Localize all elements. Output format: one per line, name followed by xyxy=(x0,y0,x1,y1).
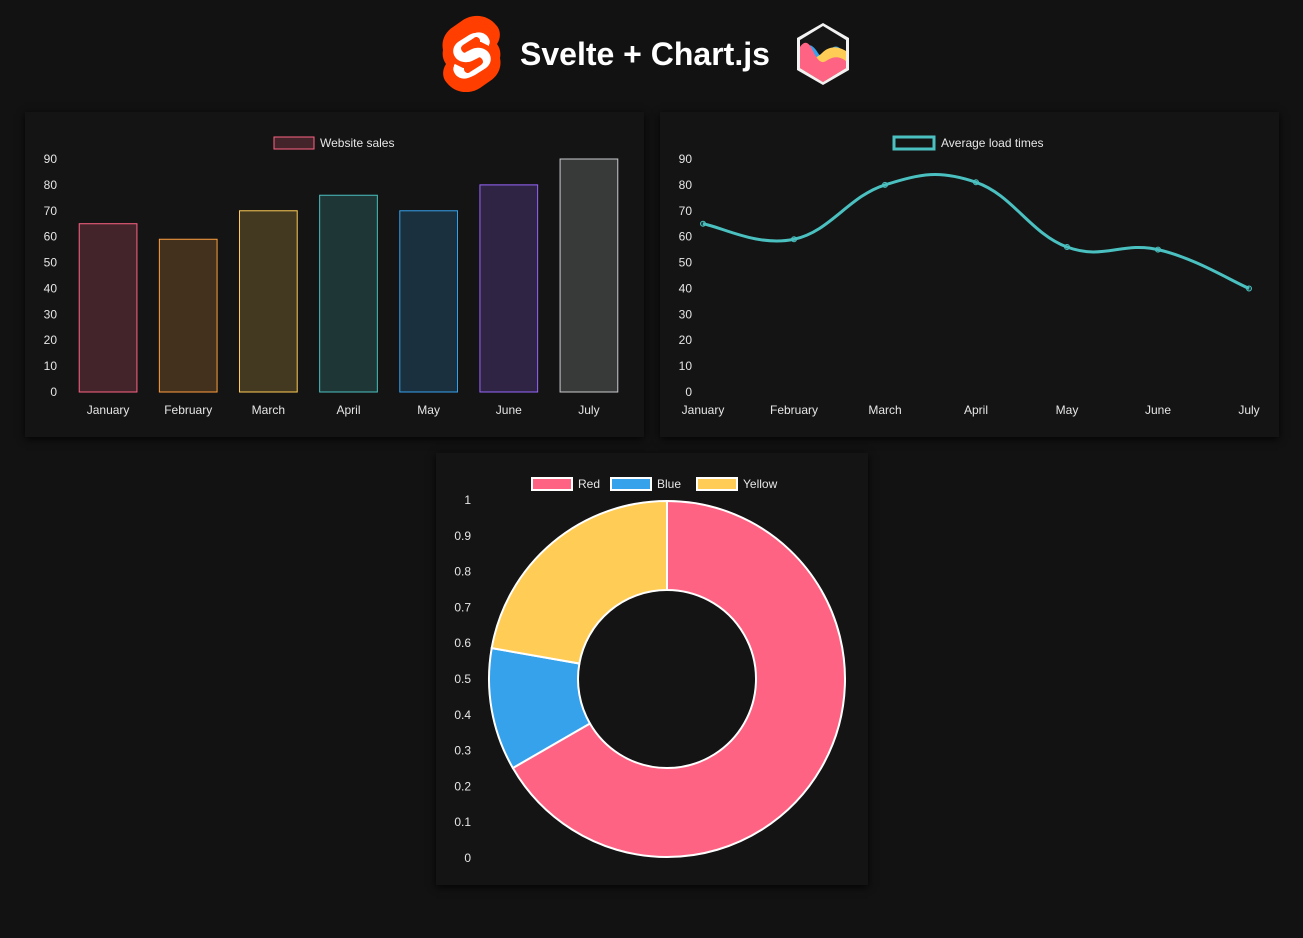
y-tick-label: 40 xyxy=(679,281,693,295)
y-tick-label: 70 xyxy=(679,204,693,218)
x-tick-label: March xyxy=(252,403,285,417)
bar xyxy=(239,210,298,393)
y-tick-label: 90 xyxy=(679,152,693,166)
y-tick-label: 40 xyxy=(44,281,58,295)
legend-swatch xyxy=(610,477,652,491)
y-tick-label: 0.8 xyxy=(454,565,471,579)
data-point xyxy=(1064,244,1070,251)
x-tick-label: January xyxy=(682,403,725,417)
data-point xyxy=(1246,285,1252,292)
page-title: Svelte + Chart.js xyxy=(520,36,770,72)
legend-swatch xyxy=(531,477,573,491)
line-chart: Average load times 0 10 20 30 40 50 60 70 80 90 Jan… xyxy=(679,135,1260,417)
legend-label: Yellow xyxy=(743,477,778,491)
y-tick-label: 10 xyxy=(679,359,693,373)
legend-swatch xyxy=(892,135,936,151)
y-tick-label: 70 xyxy=(44,204,58,218)
doughnut-chart: Red Blue Yellow 0 0.1 0.2 0.3 0.4 0.5 0.6 0.7 0.8 0.… xyxy=(454,477,846,865)
data-point xyxy=(1155,246,1161,253)
data-point xyxy=(791,236,797,243)
y-tick-label: 0 xyxy=(50,385,57,399)
x-tick-label: June xyxy=(1145,403,1171,417)
y-tick-label: 30 xyxy=(679,307,693,321)
bar-chart: Website sales 0 10 20 30 40 50 60 70 80 90 January F… xyxy=(44,136,619,417)
y-tick-label: 0 xyxy=(464,851,471,865)
x-tick-label: July xyxy=(578,403,599,417)
x-tick-label: May xyxy=(1056,403,1079,417)
x-tick-label: April xyxy=(964,403,988,417)
chartjs-logo-icon xyxy=(797,23,849,85)
legend-label: Average load times xyxy=(941,136,1044,150)
y-tick-label: 0.2 xyxy=(454,779,471,793)
x-tick-label: February xyxy=(164,403,212,417)
bar-chart-card: Website sales 0 10 20 30 40 50 60 70 80 90 January F… xyxy=(25,112,644,437)
page-header: Svelte + Chart.js xyxy=(0,0,1303,108)
doughnut-slice xyxy=(490,499,668,665)
svelte-logo-icon xyxy=(442,15,501,92)
bar xyxy=(559,158,619,393)
x-tick-label: January xyxy=(87,403,130,417)
y-tick-label: 80 xyxy=(44,178,58,192)
bar xyxy=(399,210,458,393)
y-tick-label: 0.3 xyxy=(454,744,471,758)
x-tick-label: April xyxy=(336,403,360,417)
bar xyxy=(479,184,539,393)
y-tick-label: 20 xyxy=(679,333,693,347)
line-chart-card: Average load times 0 10 20 30 40 50 60 70 80 90 Jan… xyxy=(660,112,1279,437)
doughnut-chart-card: Red Blue Yellow 0 0.1 0.2 0.3 0.4 0.5 0.6 0.7 0.8 0.… xyxy=(436,453,868,885)
y-tick-label: 1 xyxy=(464,493,471,507)
y-tick-label: 0 xyxy=(685,385,692,399)
y-tick-label: 60 xyxy=(44,230,58,244)
y-tick-label: 0.9 xyxy=(454,529,471,543)
legend-label: Blue xyxy=(657,477,681,491)
data-point xyxy=(973,179,979,186)
legend-swatch xyxy=(696,477,738,491)
data-point xyxy=(700,220,706,227)
data-point xyxy=(882,181,888,188)
x-tick-label: July xyxy=(1238,403,1259,417)
legend-label: Red xyxy=(578,477,600,491)
x-tick-label: March xyxy=(868,403,901,417)
bar xyxy=(78,223,138,393)
bar xyxy=(319,194,378,393)
series-line xyxy=(702,173,1250,290)
y-tick-label: 0.5 xyxy=(454,672,471,686)
y-tick-label: 0.7 xyxy=(454,600,471,614)
y-tick-label: 0.6 xyxy=(454,636,471,650)
bar xyxy=(158,238,218,393)
x-tick-label: June xyxy=(496,403,522,417)
y-tick-label: 20 xyxy=(44,333,58,347)
y-tick-label: 10 xyxy=(44,359,58,373)
y-tick-label: 50 xyxy=(44,256,58,270)
y-tick-label: 30 xyxy=(44,307,58,321)
x-tick-label: February xyxy=(770,403,818,417)
x-tick-label: May xyxy=(417,403,440,417)
legend-label: Website sales xyxy=(320,136,394,150)
y-tick-label: 50 xyxy=(679,256,693,270)
y-tick-label: 80 xyxy=(679,178,693,192)
y-tick-label: 0.4 xyxy=(454,708,471,722)
y-tick-label: 60 xyxy=(679,230,693,244)
y-tick-label: 0.1 xyxy=(454,815,471,829)
y-tick-label: 90 xyxy=(44,152,58,166)
legend-swatch xyxy=(273,136,315,150)
